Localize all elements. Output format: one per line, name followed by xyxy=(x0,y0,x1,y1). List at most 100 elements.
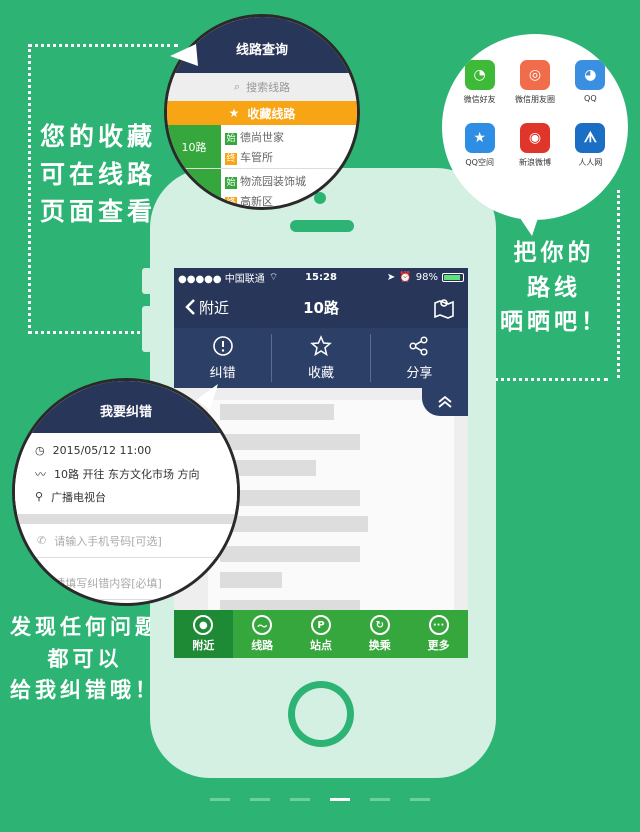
content-placeholder: 请填写纠错内容[必填] xyxy=(54,576,162,590)
nav-bar: 附近 10路 xyxy=(174,286,468,328)
status-bar: ●●●●● 中国联通 ⌔ 15:28 ➤ ⏰ 98% xyxy=(174,268,468,286)
stop-sign-icon: P xyxy=(310,615,331,635)
page-dot[interactable] xyxy=(410,798,430,801)
alert-icon xyxy=(212,336,233,356)
battery-icon xyxy=(442,272,464,282)
list-item[interactable] xyxy=(220,516,368,532)
edit-icon: ✎ xyxy=(37,576,47,589)
renren-icon: ᗑ xyxy=(575,123,606,153)
action-label: 收藏 xyxy=(307,366,334,381)
favorites-label: 收藏线路 xyxy=(247,106,296,121)
qq-icon: ◕ xyxy=(575,60,606,90)
report-bubble: 我要纠错 ◷ 2015/05/12 11:00 〰 10路 开往 东方文化市场 … xyxy=(12,378,240,606)
search-input[interactable]: ⌕ 搜索线路 xyxy=(167,73,357,101)
action-bar: 纠错 收藏 分享 xyxy=(174,328,468,388)
list-item[interactable] xyxy=(220,404,334,420)
location-pin-icon: ● xyxy=(193,615,214,635)
back-button[interactable]: 附近 xyxy=(174,297,229,318)
collapse-button[interactable] xyxy=(422,388,468,416)
report-time-row: ◷ 2015/05/12 11:00 xyxy=(15,439,237,462)
wechat-icon: ◔ xyxy=(464,60,495,90)
share-label: 人人网 xyxy=(578,158,603,167)
tab-label: 更多 xyxy=(427,639,450,652)
start-tag: 始 xyxy=(225,176,237,189)
phone-placeholder: 请输入手机号码[可选] xyxy=(54,534,162,548)
bubble-tail xyxy=(170,44,198,66)
search-icon: ⌕ xyxy=(233,80,241,93)
divider xyxy=(15,514,237,524)
tab-routes[interactable]: 〜 线路 xyxy=(233,610,292,658)
share-label: QQ xyxy=(584,94,597,103)
tab-label: 站点 xyxy=(309,639,332,652)
report-route: 10路 开往 东方文化市场 方向 xyxy=(54,467,200,481)
tab-transfer[interactable]: ↻ 换乘 xyxy=(350,610,409,658)
share-weibo[interactable]: ◉ 新浪微博 xyxy=(507,123,562,168)
share-renren[interactable]: ᗑ 人人网 xyxy=(563,123,618,168)
share-icon xyxy=(409,336,428,356)
tab-stops[interactable]: P 站点 xyxy=(292,610,351,658)
page-dot-active[interactable] xyxy=(330,798,350,801)
phone-icon: ✆ xyxy=(37,534,47,547)
start-stop: 物流园装饰城 xyxy=(240,174,306,188)
page-dot[interactable] xyxy=(210,798,230,801)
tab-bar: ● 附近 〜 线路 P 站点 ↻ 换乘 ··· 更多 xyxy=(174,610,468,658)
list-item[interactable] xyxy=(220,490,360,506)
guide-line xyxy=(600,190,620,378)
end-stop: 高新区 xyxy=(240,194,273,208)
report-station-row: ⚲ 广播电视台 xyxy=(15,485,237,508)
share-label: 新浪微博 xyxy=(518,158,551,167)
clock-icon: ◷ xyxy=(35,444,45,457)
favorite-route[interactable]: 10路 始德尚世家 终车管所 xyxy=(167,125,357,169)
share-wechat-friend[interactable]: ◔ 微信好友 xyxy=(452,60,507,105)
page-dot[interactable] xyxy=(290,798,310,801)
report-time: 2015/05/12 11:00 xyxy=(52,444,152,457)
transfer-icon: ↻ xyxy=(369,615,390,635)
list-item[interactable] xyxy=(220,434,360,450)
report-route-row: 〰 10路 开往 东方文化市场 方向 xyxy=(15,462,237,485)
share-button[interactable]: 分享 xyxy=(369,334,468,382)
star-icon xyxy=(310,335,332,357)
search-placeholder: 搜索线路 xyxy=(246,81,291,94)
tab-nearby[interactable]: ● 附近 xyxy=(174,610,233,658)
share-label: 微信朋友圈 xyxy=(514,95,555,104)
route-icon: 〰 xyxy=(35,467,46,481)
home-button[interactable] xyxy=(288,681,354,747)
speaker xyxy=(290,220,354,232)
share-wechat-moments[interactable]: ◎ 微信朋友圈 xyxy=(507,60,562,105)
favorite-button[interactable]: 收藏 xyxy=(271,334,369,382)
page-dot[interactable] xyxy=(250,798,270,801)
location-pin-icon: ⚲ xyxy=(35,490,44,503)
page-dot[interactable] xyxy=(370,798,390,801)
start-tag: 始 xyxy=(225,132,237,145)
page-indicator xyxy=(210,798,430,801)
end-stop: 车管所 xyxy=(240,150,273,164)
tab-more[interactable]: ··· 更多 xyxy=(409,610,468,658)
favorites-header: ★ 收藏线路 xyxy=(167,101,357,125)
back-label: 附近 xyxy=(199,298,230,317)
report-info: ◷ 2015/05/12 11:00 〰 10路 开往 东方文化市场 方向 ⚲ … xyxy=(15,433,237,508)
tab-label: 换乘 xyxy=(368,639,391,652)
route-icon: 〜 xyxy=(252,615,273,635)
map-icon[interactable] xyxy=(432,295,456,319)
caption-report: 发现任何问题 都可以 给我纠错哦！ xyxy=(10,615,160,702)
action-label: 分享 xyxy=(406,366,433,381)
weibo-icon: ◉ xyxy=(519,123,550,153)
phone-input[interactable]: ✆ 请输入手机号码[可选] xyxy=(15,524,237,558)
share-qzone[interactable]: ★ QQ空间 xyxy=(452,123,507,168)
bubble-tail xyxy=(196,384,218,410)
tab-label: 线路 xyxy=(251,639,274,652)
list-item[interactable] xyxy=(220,546,360,562)
more-icon: ··· xyxy=(428,615,449,635)
share-label: QQ空间 xyxy=(465,158,494,167)
tab-label: 附近 xyxy=(192,639,215,652)
start-stop: 德尚世家 xyxy=(240,130,284,144)
end-tag: 终 xyxy=(225,152,237,165)
moments-icon: ◎ xyxy=(519,60,550,90)
list-item[interactable] xyxy=(220,572,282,588)
share-qq[interactable]: ◕ QQ xyxy=(563,60,618,105)
chevron-left-icon xyxy=(185,299,195,315)
star-icon: ★ xyxy=(228,106,240,120)
report-error-button[interactable]: 纠错 xyxy=(174,328,271,388)
chevron-double-up-icon xyxy=(438,395,452,408)
action-label: 纠错 xyxy=(209,366,236,381)
